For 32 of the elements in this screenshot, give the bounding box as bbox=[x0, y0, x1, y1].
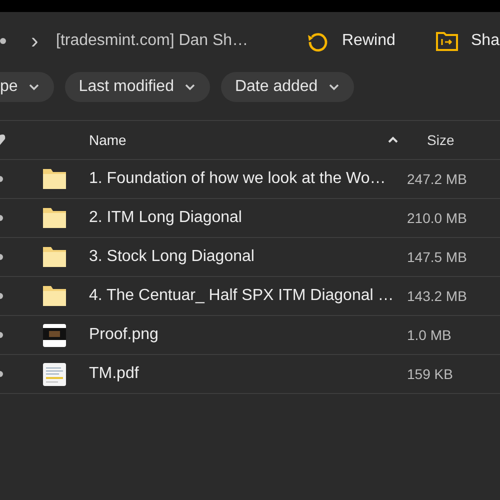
image-thumbnail-icon bbox=[43, 324, 66, 346]
file-name[interactable]: TM.pdf bbox=[89, 365, 407, 383]
filter-chip[interactable]: Date added bbox=[220, 72, 354, 102]
chevron-down-icon bbox=[328, 83, 340, 91]
size-column-header[interactable]: Size bbox=[427, 132, 454, 148]
breadcrumb-item[interactable]: [tradesmint.com] Dan Sh… bbox=[56, 32, 290, 50]
file-size: 247.2 MB bbox=[407, 171, 467, 187]
file-name[interactable]: 4. The Centuar_ Half SPX ITM Diagonal … bbox=[89, 287, 407, 305]
file-size: 210.0 MB bbox=[407, 210, 467, 226]
rewind-button[interactable]: Rewind bbox=[306, 25, 434, 57]
file-name[interactable]: 2. ITM Long Diagonal bbox=[89, 209, 407, 227]
file-size: 143.2 MB bbox=[407, 288, 467, 304]
chevron-down-icon bbox=[184, 83, 196, 91]
file-name[interactable]: 1. Foundation of how we look at the Wo… bbox=[89, 170, 407, 188]
file-size: 147.5 MB bbox=[407, 249, 467, 265]
breadcrumb-chevron: › bbox=[31, 28, 40, 54]
file-size: 159 KB bbox=[407, 366, 453, 382]
filter-chip[interactable]: pe bbox=[0, 72, 54, 102]
shared-folder-icon bbox=[435, 30, 459, 52]
chevron-down-icon bbox=[28, 83, 40, 91]
filter-chip[interactable]: Last modified bbox=[64, 72, 210, 102]
folder-icon bbox=[43, 169, 66, 189]
name-column-header[interactable]: Name bbox=[89, 132, 387, 148]
folder-icon bbox=[43, 208, 66, 228]
dot-icon bbox=[0, 38, 6, 44]
file-size: 1.0 MB bbox=[407, 327, 452, 343]
file-name[interactable]: Proof.png bbox=[89, 326, 407, 344]
folder-icon bbox=[43, 247, 66, 267]
file-name[interactable]: 3. Stock Long Diagonal bbox=[89, 248, 407, 266]
folder-icon bbox=[43, 286, 66, 306]
document-thumbnail-icon bbox=[43, 362, 66, 386]
share-button[interactable]: Sha bbox=[435, 25, 500, 57]
